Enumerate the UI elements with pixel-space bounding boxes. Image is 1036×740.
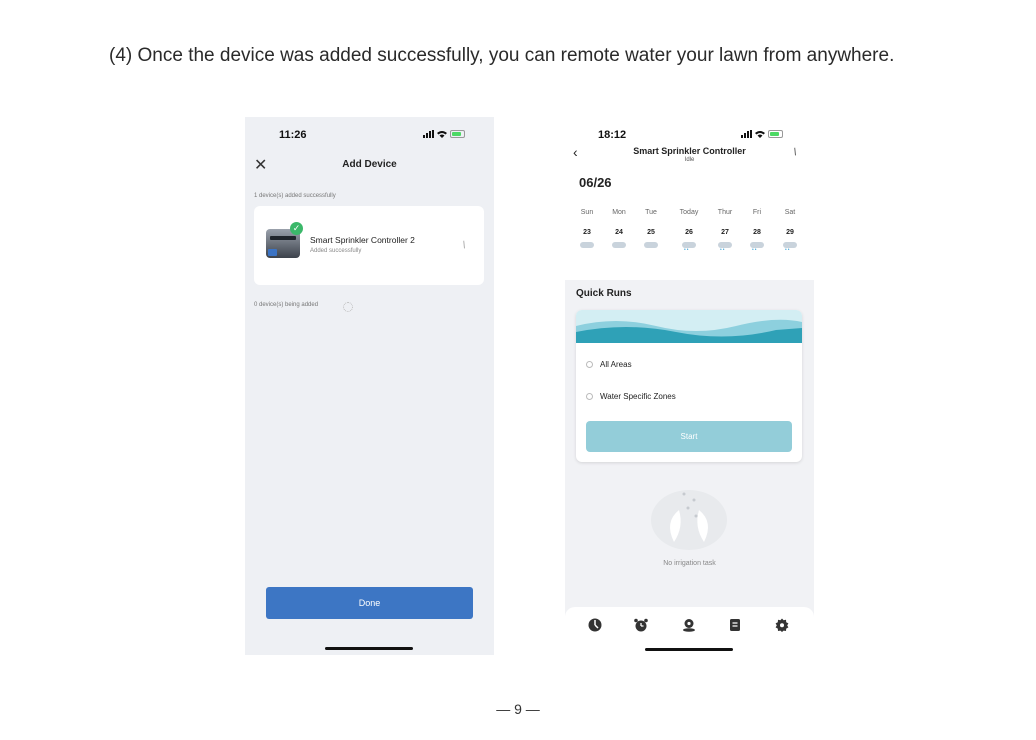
rain-cloud-icon: [682, 242, 696, 253]
cloud-icon: [580, 242, 594, 248]
cloud-icon: [644, 242, 658, 248]
adding-count-text: 0 device(s) being added: [254, 302, 319, 308]
weekday-label: Tue: [645, 209, 657, 216]
wifi-icon: [437, 131, 447, 138]
controller-screen: 18:12 ‹ Smart Sprinkler Controller Idle …: [565, 117, 814, 655]
done-button[interactable]: Done: [266, 587, 473, 619]
status-bar-icons: [741, 130, 783, 138]
calendar-day-25[interactable]: Tue 25: [636, 209, 666, 248]
device-card[interactable]: ✓ Smart Sprinkler Controller 2 Added suc…: [254, 206, 484, 285]
added-count-text: 1 device(s) added successfully: [254, 193, 336, 199]
rain-cloud-icon: [750, 242, 764, 253]
calendar-day-26[interactable]: Today 26: [674, 209, 704, 253]
quick-runs-title: Quick Runs: [576, 288, 632, 299]
rain-cloud-icon: [783, 242, 797, 253]
status-bar-time: 11:26: [279, 129, 307, 141]
device-title: Smart Sprinkler Controller: [633, 146, 746, 156]
calendar-day-27[interactable]: Thur 27: [710, 209, 740, 253]
date-number: 28: [753, 229, 761, 236]
device-name: Smart Sprinkler Controller 2: [310, 235, 415, 245]
calendar-day-29[interactable]: Sat 29: [775, 209, 805, 253]
weekday-label: Thur: [717, 209, 733, 216]
calendar-day-23[interactable]: Sun 23: [572, 209, 602, 248]
device-status: Added successfully: [310, 248, 362, 254]
device-status: Idle: [684, 157, 695, 163]
rain-cloud-icon: [718, 242, 732, 253]
zone-map-icon[interactable]: [682, 618, 696, 632]
radio-all-areas[interactable]: [586, 361, 593, 368]
log-icon[interactable]: [728, 618, 742, 632]
battery-icon: [768, 130, 783, 138]
status-bar-time: 18:12: [598, 129, 627, 141]
home-indicator[interactable]: [645, 648, 733, 651]
radio-specific-zones[interactable]: [586, 393, 593, 400]
date-number: 27: [721, 229, 729, 236]
success-check-icon: ✓: [290, 222, 303, 235]
date-number: 29: [786, 229, 794, 236]
weekday-label: Sat: [784, 209, 796, 216]
status-bar-icons: [423, 130, 465, 138]
dashboard-icon[interactable]: [588, 618, 602, 632]
signal-icon: [423, 130, 434, 138]
loading-spinner-icon: [343, 302, 353, 312]
water-wave-banner: [576, 310, 802, 343]
instruction-text: (4) Once the device was added successful…: [109, 45, 895, 66]
battery-icon: [450, 130, 465, 138]
calendar-day-28[interactable]: Fri 28: [742, 209, 772, 253]
weekday-label: Today: [679, 209, 699, 216]
start-button[interactable]: Start: [586, 421, 792, 452]
page-number: — 9 —: [496, 701, 540, 717]
signal-icon: [741, 130, 752, 138]
option-specific-zones[interactable]: Water Specific Zones: [600, 392, 676, 401]
quick-runs-card: All Areas Water Specific Zones Start: [576, 310, 802, 462]
no-task-illustration: [651, 490, 727, 550]
settings-gear-icon[interactable]: [775, 618, 789, 632]
home-indicator[interactable]: [325, 647, 413, 650]
date-number: 24: [615, 229, 623, 236]
date-number: 23: [583, 229, 591, 236]
selected-date: 06/26: [579, 175, 612, 190]
empty-state-text: No irrigation task: [663, 560, 716, 567]
header-panel: 18:12 ‹ Smart Sprinkler Controller Idle …: [565, 117, 814, 280]
date-number: 25: [647, 229, 655, 236]
option-all-areas[interactable]: All Areas: [600, 360, 632, 369]
pencil-icon[interactable]: /: [461, 240, 467, 251]
cloud-icon: [612, 242, 626, 248]
alarm-clock-icon[interactable]: [634, 618, 648, 632]
wifi-icon: [755, 131, 765, 138]
page-title: Add Device: [342, 159, 397, 170]
weekday-label: Mon: [612, 209, 626, 216]
add-device-screen: 11:26 ✕ Add Device 1 device(s) added suc…: [245, 117, 494, 655]
weekday-label: Fri: [752, 209, 762, 216]
date-number: 26: [685, 229, 693, 236]
calendar-day-24[interactable]: Mon 24: [604, 209, 634, 248]
weekday-label: Sun: [580, 209, 594, 216]
